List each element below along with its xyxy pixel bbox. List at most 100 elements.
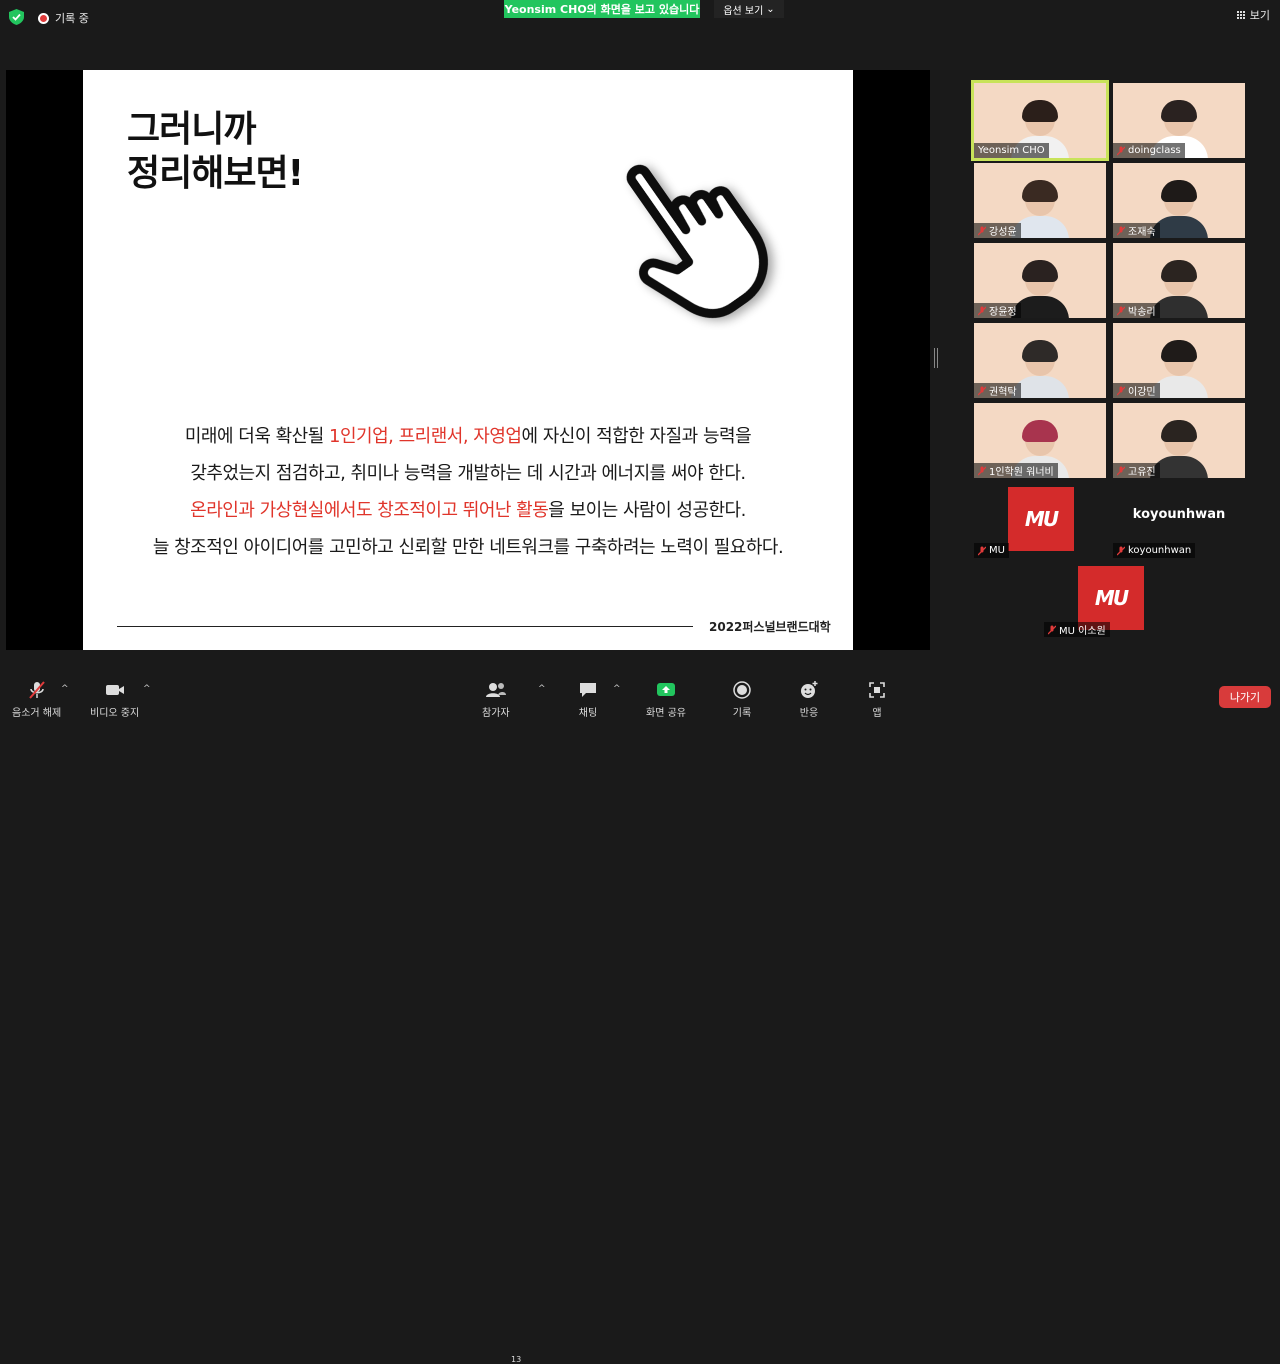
participant-tile[interactable]: MU MU 이소원 [1044,562,1176,637]
reactions-button[interactable]: 반응 [799,680,819,719]
slide-footer: 2022퍼스널브랜드대학 [709,620,831,634]
participant-name-tag: Yeonsim CHO [974,143,1049,158]
slide-body: 미래에 더욱 확산될 1인기업, 프리랜서, 자영업에 자신이 적합한 자질과 … [83,418,853,566]
record-icon [733,681,751,699]
grid-icon [1236,10,1246,20]
video-camera-icon [105,685,124,695]
mic-muted-icon [1117,546,1125,555]
mic-muted-icon [978,466,986,475]
slide-line1-highlight: 1인기업, 프리랜서, 자영업 [329,426,522,447]
mu-logo-text: MU [1094,586,1129,610]
view-options-label: 옵션 보기 [723,5,764,17]
participant-tile[interactable]: Yeonsim CHO [971,80,1109,161]
participant-tile[interactable]: 1인학원 워너비 [974,403,1106,478]
chat-button[interactable]: 채팅 [578,680,598,719]
slide-divider [117,626,693,627]
participant-name-tag: doingclass [1113,143,1185,158]
participant-name-tag: 권혁탁 [974,383,1021,398]
slide-line-4: 늘 창조적인 아이디어를 고민하고 신뢰할 만한 네트워크를 구축하려는 노력이… [152,537,784,558]
participant-name-tag: 박송리 [1113,303,1160,318]
slide-line-3: 온라인과 가상현실에서도 창조적이고 뛰어난 활동을 보이는 사람이 성공한다. [83,492,853,529]
participant-name-tag: MU 이소원 [1044,622,1110,637]
participant-tile[interactable]: 고유진 [1113,403,1245,478]
participant-name: MU 이소원 [1059,626,1106,637]
share-screen-label: 화면 공유 [646,708,686,719]
slide-line3-highlight: 온라인과 가상현실에서도 창조적이고 뛰어난 활동 [190,500,549,521]
unmute-button[interactable]: 음소거 해제 [12,680,61,719]
participant-name-tag: 고유진 [1113,463,1160,478]
leave-meeting-button[interactable]: 나가기 [1219,686,1271,708]
participant-tile[interactable]: doingclass [1113,83,1245,158]
slide-line-2: 갖추었는지 점검하고, 취미나 능력을 개발하는 데 시간과 에너지를 써야 한… [190,463,746,484]
pointing-hand-icon [626,164,768,318]
participants-button[interactable]: 참가자 [482,680,510,719]
slide-line-1: 미래에 더욱 확산될 1인기업, 프리랜서, 자영업에 자신이 적합한 자질과 … [83,418,853,455]
slide-line3-b: 을 보이는 사람이 성공한다. [548,500,746,521]
apps-icon [869,682,885,698]
stop-video-button[interactable]: 비디오 중지 [90,680,139,719]
participants-options-caret-icon[interactable]: ^ [538,684,546,694]
chat-label: 채팅 [578,708,598,719]
emoji-plus-icon [801,681,818,698]
mu-brand-logo: MU [1008,487,1074,551]
top-bar: 기록 중 Yeonsim CHO의 화면을 보고 있습니다 옵션 보기 ⌄ 보기 [0,0,1280,34]
participant-name: 강성윤 [989,227,1017,238]
participant-name-tag: 강성윤 [974,223,1021,238]
participant-tile[interactable]: 조재숙 [1113,163,1245,238]
participant-name: 1인학원 워너비 [989,467,1054,478]
mic-muted-icon [1117,466,1125,475]
chevron-down-icon: ⌄ [766,3,775,15]
mic-muted-icon [978,546,986,555]
view-label: 보기 [1249,9,1270,22]
mic-muted-icon [1117,386,1125,395]
mic-muted-icon [978,226,986,235]
participant-tile[interactable]: 장윤정 [974,243,1106,318]
mic-muted-icon [1117,146,1125,155]
video-options-caret-icon[interactable]: ^ [143,684,151,694]
participant-tile[interactable]: 강성윤 [974,163,1106,238]
unmute-label: 음소거 해제 [12,708,62,719]
participant-name-tag: koyounhwan [1113,543,1196,558]
participants-label: 참가자 [482,708,510,719]
participant-tile[interactable]: MU MU [974,483,1106,558]
participant-name: doingclass [1128,145,1181,156]
shield-icon[interactable] [9,9,24,25]
participants-icon [485,683,506,697]
slide-title-line2: 정리해보면! [127,153,304,194]
participant-name: MU [989,545,1005,556]
participant-name: 장윤정 [989,307,1017,318]
chat-bubble-icon [580,683,596,697]
view-options-button[interactable]: 옵션 보기 ⌄ [714,0,784,18]
record-dot-icon [38,12,49,24]
record-label: 기록 [732,708,752,719]
participant-tile[interactable]: koyounhwan koyounhwan [1113,483,1245,558]
slide-line1-a: 미래에 더욱 확산될 [184,426,330,447]
mic-muted-icon [978,306,986,315]
recording-indicator[interactable]: 기록 중 [38,10,89,26]
participant-name: 박송리 [1128,307,1156,318]
slide-title-line1: 그러니까 [127,109,256,150]
participant-name: 고유진 [1128,467,1156,478]
slide-title: 그러니까 정리해보면! [127,108,304,196]
participant-tile[interactable]: 박송리 [1113,243,1245,318]
share-screen-button[interactable]: 화면 공유 [646,680,686,719]
participant-name: 이강민 [1128,387,1156,398]
split-resize-handle[interactable] [934,348,938,368]
record-button[interactable]: 기록 [732,680,752,719]
apps-button[interactable]: 앱 [867,680,887,719]
participant-name: 조재숙 [1128,227,1156,238]
audio-options-caret-icon[interactable]: ^ [61,684,69,694]
participant-tile[interactable]: 권혁탁 [974,323,1106,398]
meeting-toolbar: 음소거 해제 ^ 비디오 중지 ^ 참가자 13 ^ 채팅 ^ 화면 공유 기록… [0,672,1280,1364]
screen-share-banner: Yeonsim CHO의 화면을 보고 있습니다 [504,0,700,18]
chat-options-caret-icon[interactable]: ^ [613,684,621,694]
participant-display-name: koyounhwan [1132,507,1226,522]
mu-brand-logo: MU [1078,566,1144,630]
participant-name-tag: MU [974,543,1009,558]
participant-name-tag: 장윤정 [974,303,1021,318]
mic-muted-icon [1117,226,1125,235]
view-button[interactable]: 보기 [1236,7,1270,23]
reactions-label: 반응 [799,708,819,719]
share-screen-icon [656,683,675,696]
participant-tile[interactable]: 이강민 [1113,323,1245,398]
